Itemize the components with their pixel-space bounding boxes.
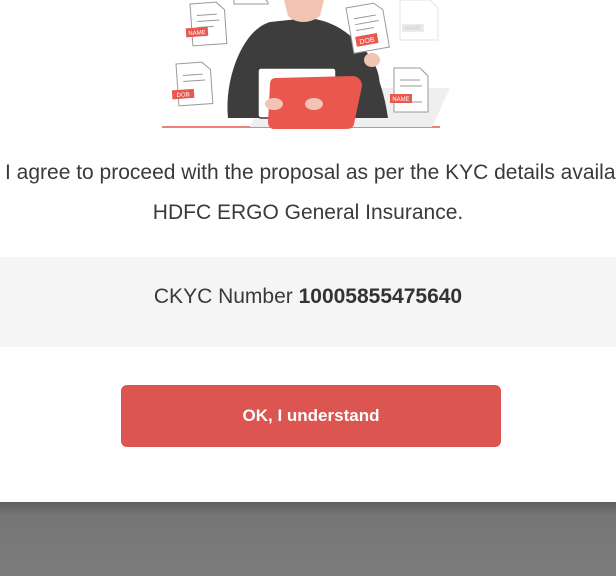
kyc-documents-illustration: NAME DOB NAME DOB NAME <box>162 0 450 129</box>
ok-understand-button[interactable]: OK, I understand <box>121 385 501 447</box>
person-hand-left <box>265 98 283 110</box>
consent-text-line2: HDFC ERGO General Insurance. <box>152 201 464 224</box>
doc-tag-name: NAME <box>392 97 409 103</box>
doc-tag-name: NAME <box>188 30 206 37</box>
doc-tag-dob: DOB <box>177 92 190 99</box>
modal-backdrop[interactable] <box>0 502 616 576</box>
document-icon: NAME <box>399 0 439 41</box>
document-icon: NAME <box>390 67 429 113</box>
person-hand-right <box>305 98 323 110</box>
person-neck <box>284 0 324 22</box>
doc-tag-name: NAME <box>404 26 421 32</box>
consent-text: I agree to proceed with the proposal as … <box>5 161 616 184</box>
ckyc-number-value: 10005855475640 <box>298 285 463 308</box>
person-hand <box>364 53 380 67</box>
kyc-consent-modal: NAME DOB NAME DOB NAME I agree to procee… <box>0 0 616 502</box>
document-icon <box>233 0 269 5</box>
document-icon: NAME <box>185 1 228 47</box>
consent-text-line1: I agree to proceed with the proposal as … <box>0 157 616 189</box>
document-icon: DOB <box>345 2 391 54</box>
ckyc-number-row: CKYC Number 10005855475640 <box>0 257 616 337</box>
document-icon: DOB <box>171 61 214 107</box>
ckyc-label: CKYC Number <box>153 285 299 308</box>
ckyc-number-panel: CKYC Number 10005855475640 <box>0 257 616 347</box>
